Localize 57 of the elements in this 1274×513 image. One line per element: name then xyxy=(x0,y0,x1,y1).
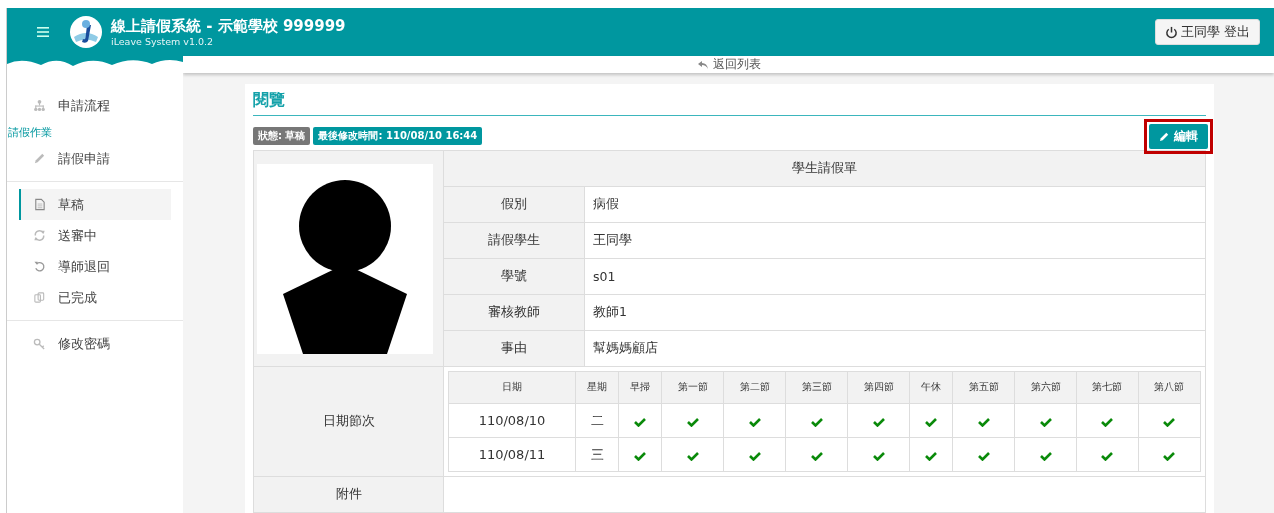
field-value: 幫媽媽顧店 xyxy=(584,330,1206,367)
sidebar-item-icon xyxy=(33,229,46,242)
field-label: 假別 xyxy=(443,186,585,223)
sidebar-item[interactable]: 請假申請 xyxy=(19,143,171,174)
column-header: 午休 xyxy=(909,371,953,404)
sidebar-item[interactable]: 草稿 xyxy=(19,189,171,220)
weekday-cell: 二 xyxy=(575,403,619,438)
date-cell: 110/08/11 xyxy=(448,437,576,472)
column-header: 星期 xyxy=(575,371,619,404)
power-icon xyxy=(1164,25,1178,39)
return-arrow-icon xyxy=(696,59,709,70)
column-header: 第八節 xyxy=(1138,371,1201,404)
app-title: 線上請假系統 - 示範學校 999999 xyxy=(111,17,346,36)
field-label: 附件 xyxy=(253,476,444,513)
sidebar-item-icon xyxy=(33,291,46,304)
sidebar-item[interactable]: 送審中 xyxy=(19,220,171,251)
sidebar-item-icon xyxy=(33,260,46,273)
column-header: 第一節 xyxy=(661,371,724,404)
sidebar-item[interactable]: 導師退回 xyxy=(19,251,171,282)
sidebar-item-icon xyxy=(33,99,46,112)
field-label: 請假學生 xyxy=(443,222,585,259)
back-link[interactable]: 返回列表 xyxy=(696,56,761,73)
sidebar-item[interactable]: 修改密碼 xyxy=(19,328,171,359)
column-header: 第七節 xyxy=(1076,371,1139,404)
field-label: 審核教師 xyxy=(443,294,585,331)
field-value: 病假 xyxy=(584,186,1206,223)
app-subtitle: iLeave System v1.0.2 xyxy=(111,36,215,47)
column-header: 早掃 xyxy=(618,371,662,404)
menu-icon[interactable] xyxy=(37,27,49,37)
weekday-cell: 三 xyxy=(575,437,619,472)
sidebar-heading: 請假作業 xyxy=(8,124,53,141)
field-value: 教師1 xyxy=(584,294,1206,331)
field-label: 學號 xyxy=(443,258,585,295)
sidebar-item-icon xyxy=(33,152,46,165)
sidebar-item[interactable]: 已完成 xyxy=(19,282,171,313)
card-title: 閱覽 xyxy=(253,90,1206,116)
pencil-icon xyxy=(1159,130,1170,142)
logout-button[interactable]: 王同學 登出 xyxy=(1154,19,1260,45)
field-value: 王同學 xyxy=(584,222,1206,259)
column-header: 日期 xyxy=(448,371,576,404)
column-header: 第三節 xyxy=(785,371,848,404)
date-cell: 110/08/10 xyxy=(448,403,576,438)
column-header: 第四節 xyxy=(847,371,910,404)
sidebar-item-icon xyxy=(33,198,46,211)
column-header: 第六節 xyxy=(1014,371,1077,404)
form-title: 學生請假單 xyxy=(443,150,1206,187)
status-badge: 狀態: 草稿 xyxy=(253,127,311,145)
field-value: s01 xyxy=(584,258,1206,295)
field-label: 日期節次 xyxy=(253,366,444,477)
status-badge: 最後修改時間: 110/08/10 16:44 xyxy=(313,127,483,145)
logo-icon xyxy=(69,15,103,49)
field-label: 事由 xyxy=(443,330,585,367)
column-header: 第二節 xyxy=(723,371,786,404)
sidebar-item-icon xyxy=(33,337,46,350)
edit-button[interactable]: 編輯 xyxy=(1149,123,1208,149)
sidebar-item[interactable]: 申請流程 xyxy=(19,90,171,121)
column-header: 第五節 xyxy=(952,371,1015,404)
